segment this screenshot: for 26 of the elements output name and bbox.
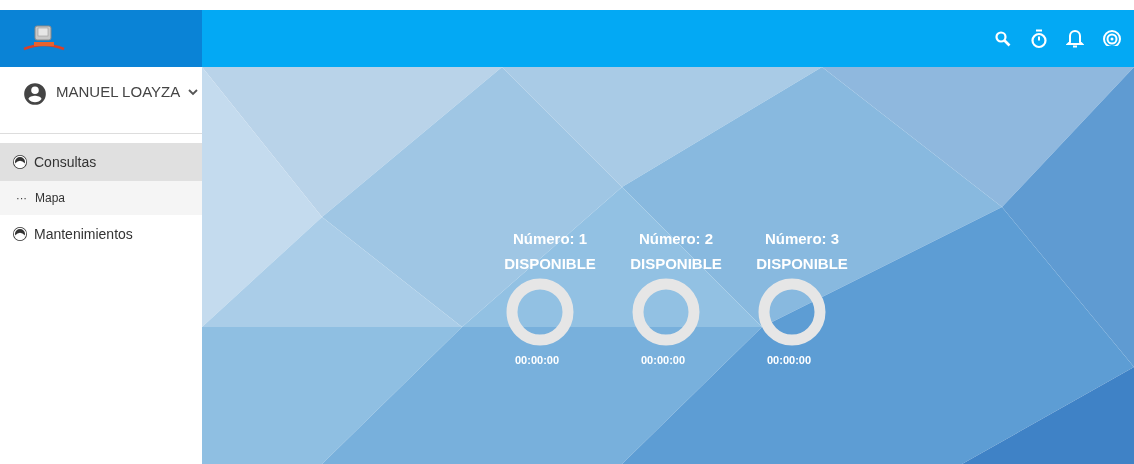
station-status: DISPONIBLE — [504, 255, 596, 272]
user-name: MANUEL LOAYZA — [56, 83, 181, 100]
ring-gauge — [758, 278, 826, 346]
station-number: Número: 1 — [512, 230, 588, 247]
user-menu[interactable]: MANUEL LOAYZA — [0, 67, 202, 120]
station-number: Número: 3 — [764, 230, 840, 247]
bell-icon[interactable] — [1066, 28, 1084, 49]
station-status: DISPONIBLE — [630, 255, 722, 272]
station-number: Número: 2 — [638, 230, 714, 247]
submenu-item[interactable]: ··· Mapa — [0, 181, 202, 215]
search-icon[interactable] — [994, 29, 1012, 48]
chevron-down-icon — [188, 88, 199, 96]
station-timer: 00:00:00 — [515, 354, 560, 366]
station-status: DISPONIBLE — [756, 255, 848, 272]
dashboard-icon — [12, 154, 28, 170]
ring-gauge — [632, 278, 700, 346]
logo-icon — [22, 24, 66, 53]
menu-item[interactable]: Mantenimientos — [0, 215, 202, 253]
user-avatar-icon — [22, 81, 48, 107]
station-timer: 00:00:00 — [767, 354, 812, 366]
broadcast-icon[interactable] — [1102, 28, 1122, 49]
ring-gauge — [506, 278, 574, 346]
station-timer: 00:00:00 — [641, 354, 686, 366]
stopwatch-icon[interactable] — [1030, 28, 1048, 49]
dashboard-icon — [12, 226, 28, 242]
menu-item[interactable]: Consultas — [0, 143, 202, 181]
